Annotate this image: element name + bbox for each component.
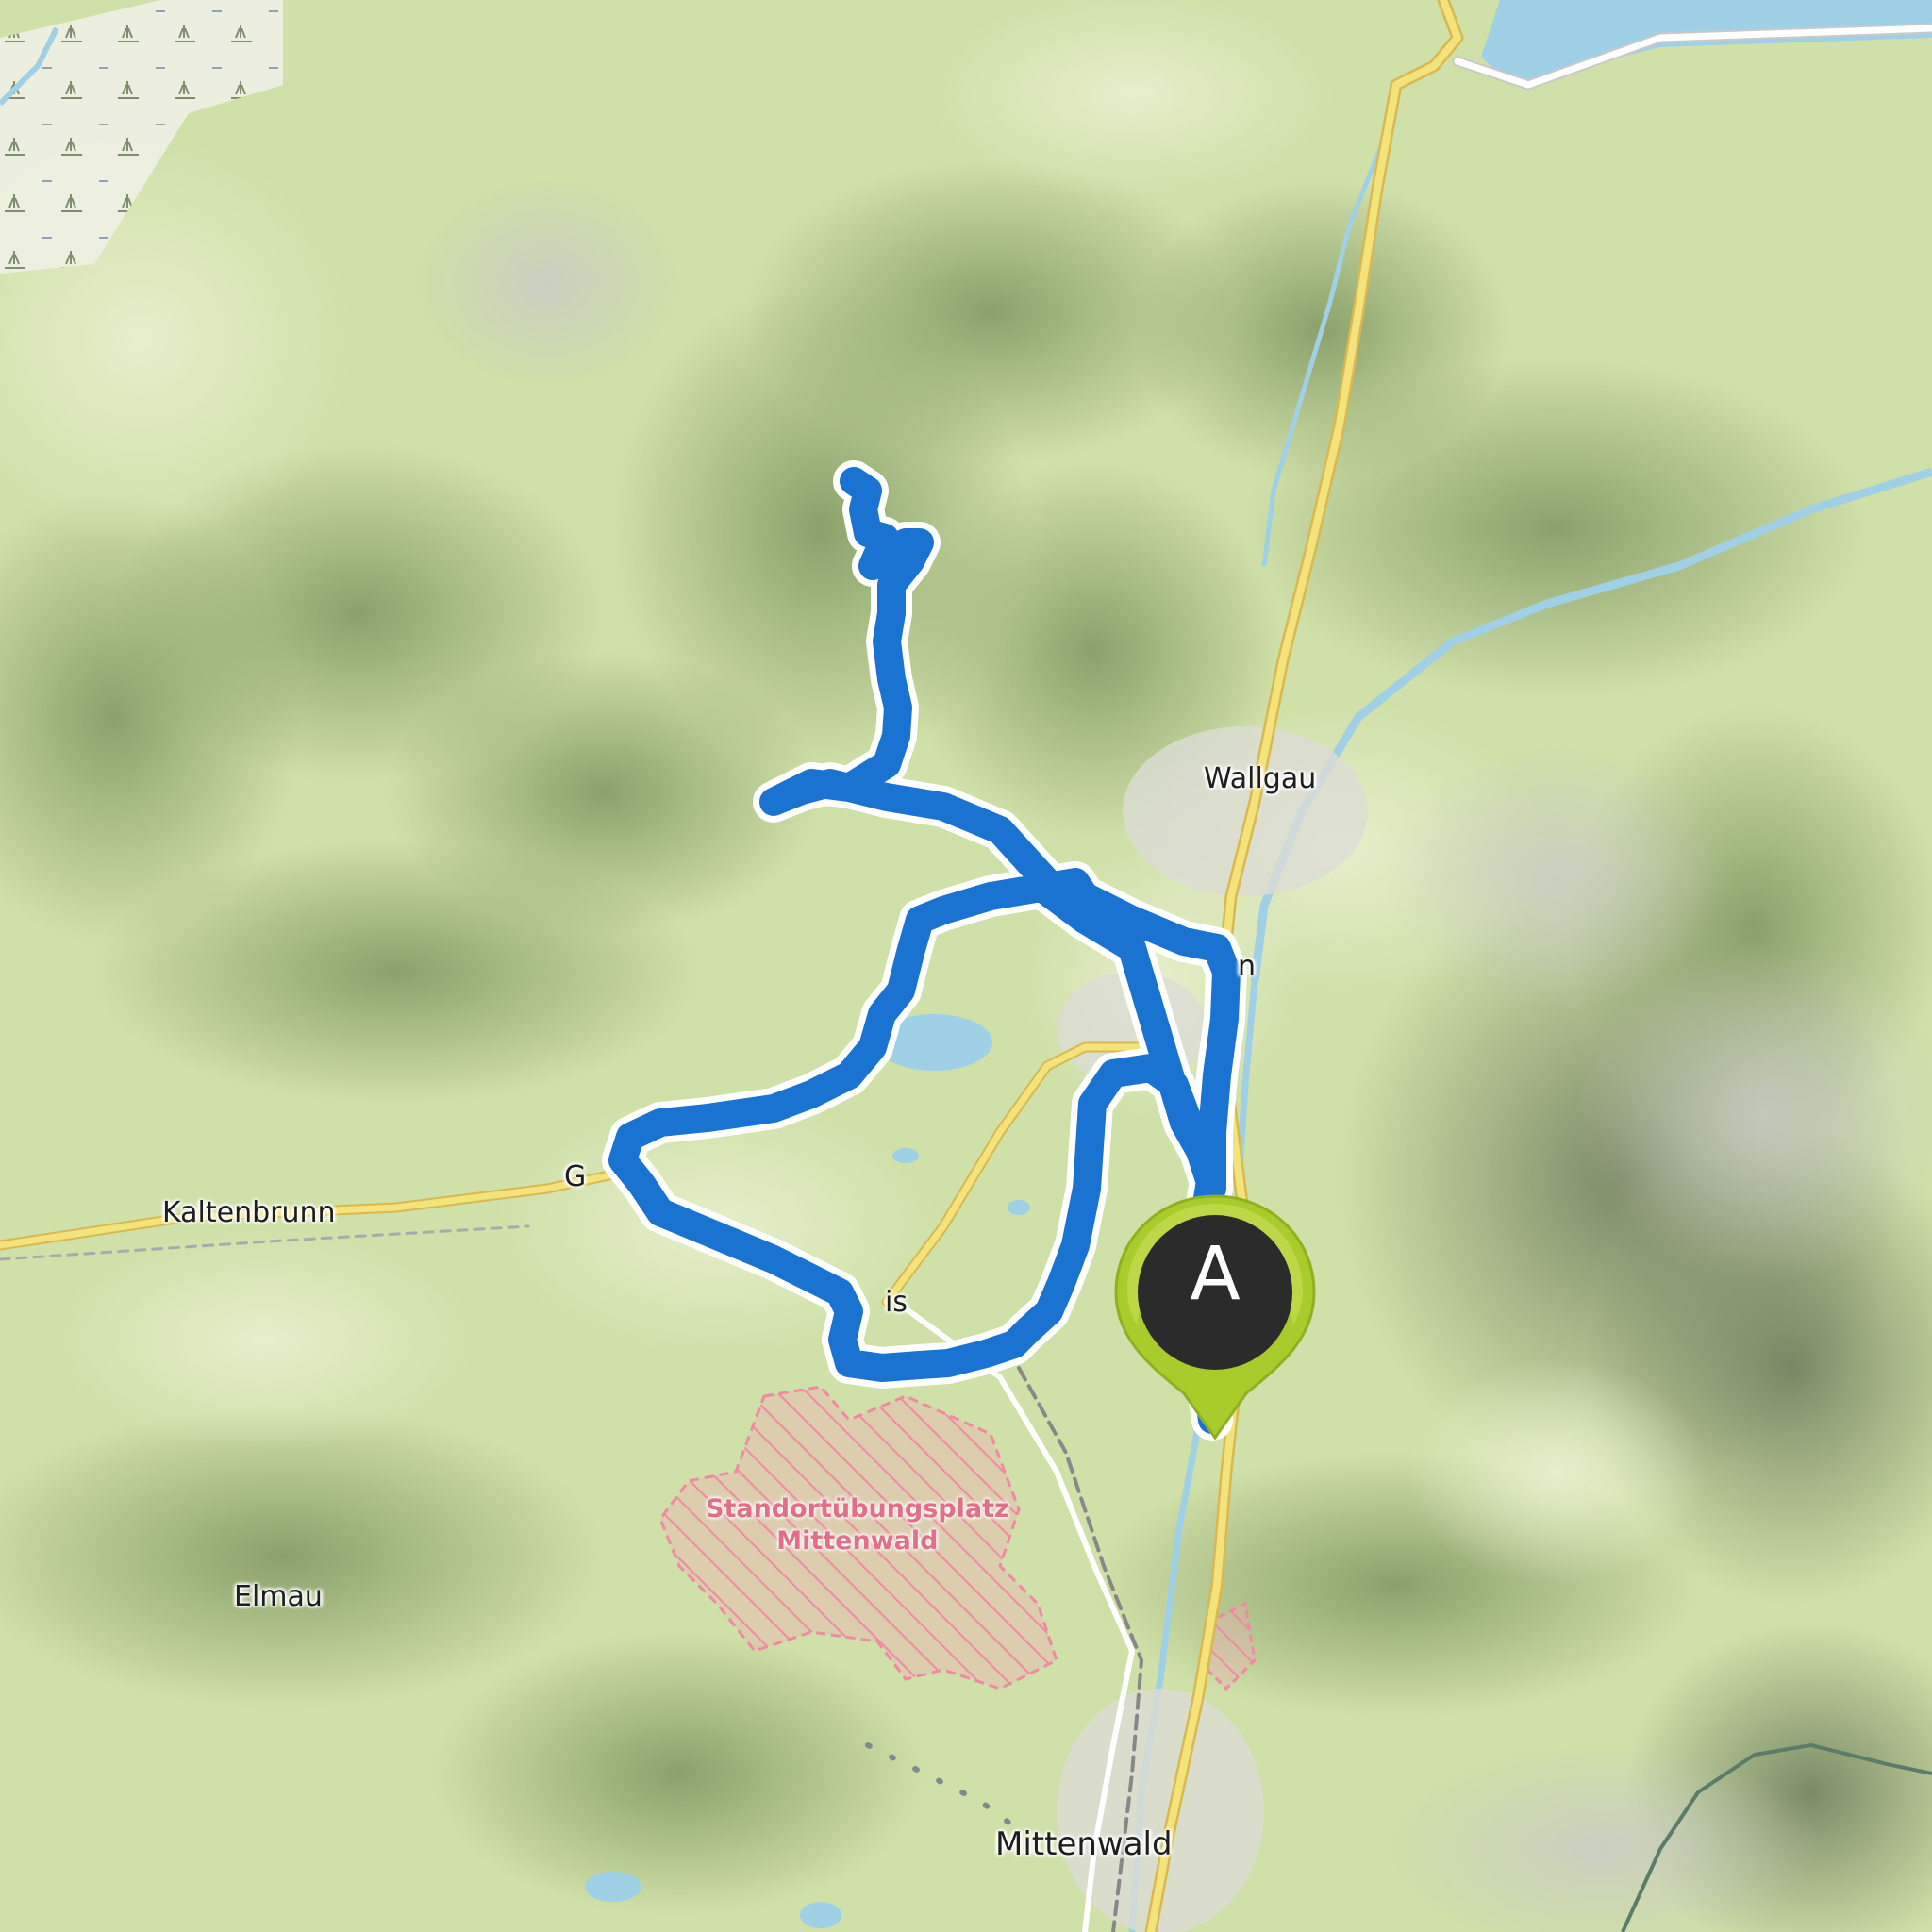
place-label-mittenwald: Mittenwald — [995, 1825, 1173, 1863]
restricted-zone-label-line1: Standortübungsplatz — [706, 1494, 1009, 1524]
restricted-zone-label: Standortübungsplatz Mittenwald — [706, 1493, 1009, 1557]
place-label-partial-g: G — [564, 1160, 587, 1193]
place-label-partial-n: n — [1238, 950, 1257, 983]
map-canvas[interactable] — [0, 0, 1932, 1932]
map-pin-icon — [1114, 1194, 1316, 1441]
pond-2 — [1008, 1200, 1030, 1215]
restricted-zone-label-line2: Mittenwald — [776, 1526, 939, 1556]
place-label-partial-is: is — [885, 1286, 908, 1319]
map-view[interactable]: Wallgau Kaltenbrunn Elmau Mittenwald G i… — [0, 0, 1932, 1932]
place-label-elmau: Elmau — [234, 1580, 323, 1613]
place-label-kaltenbrunn: Kaltenbrunn — [162, 1196, 336, 1229]
start-marker[interactable]: A — [1108, 1191, 1322, 1445]
start-marker-letter: A — [1190, 1232, 1241, 1317]
pond-3 — [585, 1872, 641, 1902]
pond-4 — [800, 1902, 841, 1928]
place-label-wallgau: Wallgau — [1204, 762, 1317, 795]
pond-1 — [892, 1148, 919, 1163]
